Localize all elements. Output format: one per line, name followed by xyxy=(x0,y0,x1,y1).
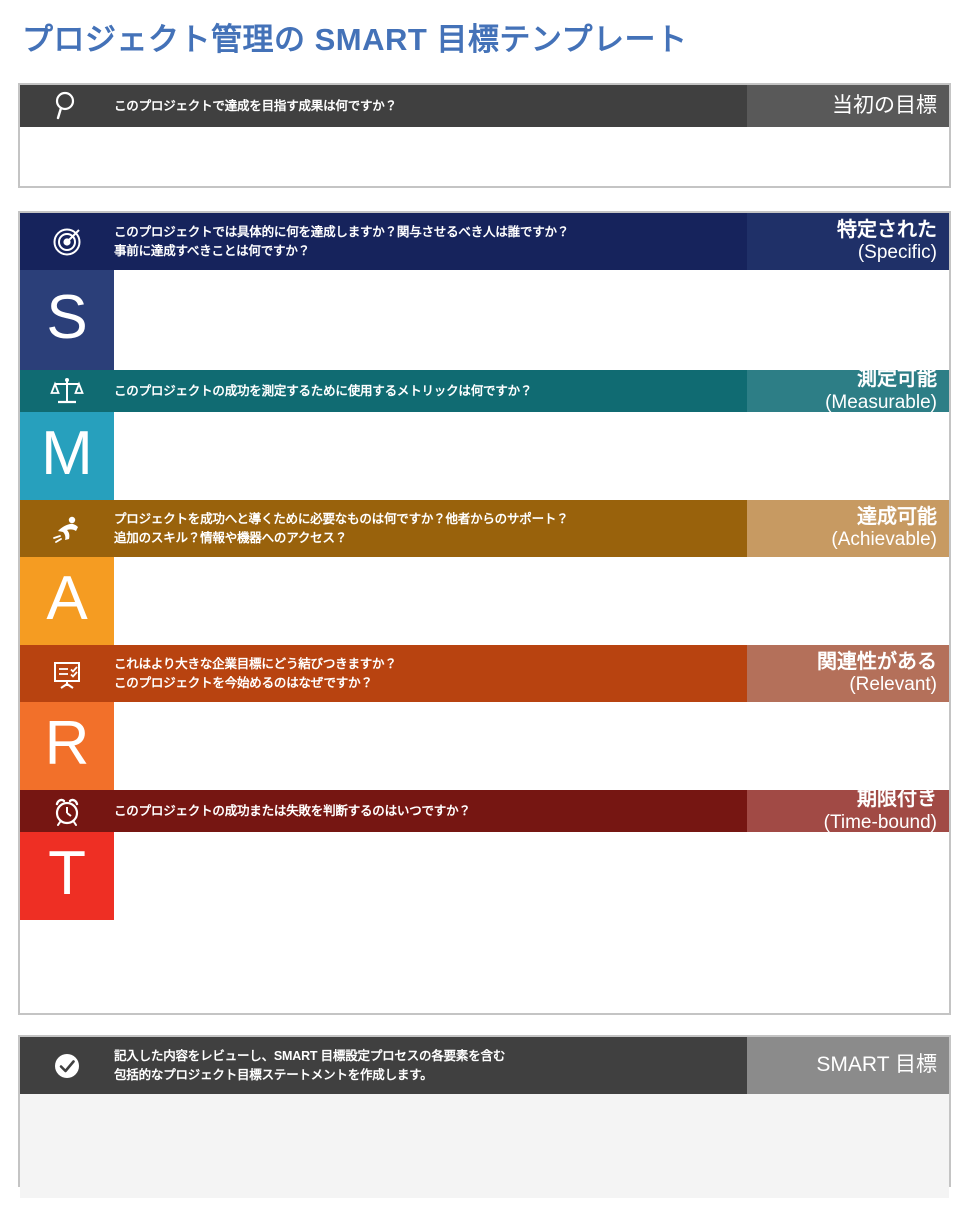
achievable-answer-field[interactable] xyxy=(114,557,949,645)
question-line-2: このプロジェクトを今始めるのはなぜですか？ xyxy=(114,675,373,690)
specific-label: 特定された (Specific) xyxy=(747,213,949,270)
initial-goal-label: 当初の目標 xyxy=(747,85,949,127)
question-line: このプロジェクトで達成を目指す成果は何ですか？ xyxy=(114,98,397,113)
label-jp: 期限付き xyxy=(857,788,937,810)
measurable-answer-row: M xyxy=(20,412,949,500)
initial-goal-header: このプロジェクトで達成を目指す成果は何ですか？ 当初の目標 xyxy=(20,85,949,127)
label-text: 当初の目標 xyxy=(832,93,937,117)
question-line-2: 事前に達成すべきことは何ですか？ xyxy=(114,243,310,258)
final-goal-header: 記入した内容をレビューし、SMART 目標設定プロセスの各要素を含む 包括的なプ… xyxy=(20,1037,949,1094)
question-line-1: これはより大きな企業目標にどう結びつきますか？ xyxy=(114,657,397,672)
final-goal-question: 記入した内容をレビューし、SMART 目標設定プロセスの各要素を含む 包括的なプ… xyxy=(114,1037,747,1094)
achievable-question: プロジェクトを成功へと導くために必要なものは何ですか？他者からのサポート？ 追加… xyxy=(114,500,747,557)
label-en: (Time-bound) xyxy=(823,811,937,833)
label-jp: 測定可能 xyxy=(857,368,937,390)
achievable-answer-row: A xyxy=(20,557,949,645)
label-en: (Achievable) xyxy=(831,529,937,551)
final-goal-label: SMART 目標 xyxy=(747,1037,949,1094)
relevant-answer-field[interactable] xyxy=(114,702,949,790)
scales-icon xyxy=(20,370,114,412)
section-timebound: このプロジェクトの成功または失敗を判断するのはいつですか？ 期限付き (Time… xyxy=(20,788,949,920)
initial-goal-question: このプロジェクトで達成を目指す成果は何ですか？ xyxy=(114,85,747,127)
letter-tile-t: T xyxy=(20,832,114,920)
alarm-clock-icon xyxy=(20,790,114,832)
smart-goal-template-page: プロジェクト管理の SMART 目標テンプレート このプロジェクトで達成を目指す… xyxy=(0,0,969,1215)
question-line-1: このプロジェクトでは具体的に何を達成しますか？関与させるべき人は誰ですか？ xyxy=(114,225,570,240)
final-goal-answer-field[interactable] xyxy=(20,1094,949,1198)
section-specific: このプロジェクトでは具体的に何を達成しますか？関与させるべき人は誰ですか？ 事前… xyxy=(20,213,949,370)
question-line-2: 追加のスキル？情報や機器へのアクセス？ xyxy=(114,530,348,545)
label-text: SMART 目標 xyxy=(816,1053,937,1077)
letter-tile-a: A xyxy=(20,557,114,645)
letter-tile-r: R xyxy=(20,702,114,790)
timebound-answer-row: T xyxy=(20,832,949,920)
question-line-1: 記入した内容をレビューし、SMART 目標設定プロセスの各要素を含む xyxy=(114,1049,506,1064)
measurable-label: 測定可能 (Measurable) xyxy=(747,368,949,413)
relevant-answer-row: R xyxy=(20,702,949,790)
specific-header: このプロジェクトでは具体的に何を達成しますか？関与させるべき人は誰ですか？ 事前… xyxy=(20,213,949,270)
initial-goal-answer-field[interactable] xyxy=(20,127,949,184)
achievable-label: 達成可能 (Achievable) xyxy=(747,500,949,557)
specific-question: このプロジェクトでは具体的に何を達成しますか？関与させるべき人は誰ですか？ 事前… xyxy=(114,213,747,270)
relevant-question: これはより大きな企業目標にどう結びつきますか？ このプロジェクトを今始めるのはな… xyxy=(114,645,747,702)
question-line-2: 包括的なプロジェクト目標ステートメントを作成します。 xyxy=(114,1067,433,1082)
label-en: (Specific) xyxy=(857,242,937,264)
specific-answer-row: S xyxy=(20,270,949,370)
letter-tile-s: S xyxy=(20,270,114,370)
initial-goal-answer-row xyxy=(20,127,949,184)
presentation-board-icon xyxy=(20,645,114,702)
specific-answer-field[interactable] xyxy=(114,270,949,370)
question-line-1: プロジェクトを成功へと導くために必要なものは何ですか？他者からのサポート？ xyxy=(114,512,569,527)
measurable-header: このプロジェクトの成功を測定するために使用するメトリックは何ですか？ 測定可能 … xyxy=(20,368,949,413)
letter-tile-m: M xyxy=(20,412,114,500)
final-goal-card: 記入した内容をレビューし、SMART 目標設定プロセスの各要素を含む 包括的なプ… xyxy=(18,1035,951,1198)
initial-goal-card: このプロジェクトで達成を目指す成果は何ですか？ 当初の目標 xyxy=(18,83,951,188)
section-achievable: プロジェクトを成功へと導くために必要なものは何ですか？他者からのサポート？ 追加… xyxy=(20,500,949,645)
smart-sections-card: このプロジェクトでは具体的に何を達成しますか？関与させるべき人は誰ですか？ 事前… xyxy=(18,211,951,1015)
label-en: (Relevant) xyxy=(849,674,937,696)
achievable-header: プロジェクトを成功へと導くために必要なものは何ですか？他者からのサポート？ 追加… xyxy=(20,500,949,557)
timebound-label: 期限付き (Time-bound) xyxy=(747,788,949,833)
target-icon xyxy=(20,213,114,270)
label-jp: 特定された xyxy=(837,218,937,241)
timebound-header: このプロジェクトの成功または失敗を判断するのはいつですか？ 期限付き (Time… xyxy=(20,788,949,833)
question-line-1: このプロジェクトの成功を測定するために使用するメトリックは何ですか？ xyxy=(114,383,533,398)
label-jp: 関連性がある xyxy=(817,650,937,673)
label-en: (Measurable) xyxy=(825,391,937,413)
section-relevant: これはより大きな企業目標にどう結びつきますか？ このプロジェクトを今始めるのはな… xyxy=(20,645,949,790)
timebound-answer-field[interactable] xyxy=(114,832,949,920)
label-jp: 達成可能 xyxy=(857,505,937,528)
magnifier-icon xyxy=(20,85,114,127)
check-circle-icon xyxy=(20,1037,114,1094)
measurable-question: このプロジェクトの成功を測定するために使用するメトリックは何ですか？ xyxy=(114,370,747,412)
relevant-header: これはより大きな企業目標にどう結びつきますか？ このプロジェクトを今始めるのはな… xyxy=(20,645,949,702)
section-measurable: このプロジェクトの成功を測定するために使用するメトリックは何ですか？ 測定可能 … xyxy=(20,368,949,500)
question-line-1: このプロジェクトの成功または失敗を判断するのはいつですか？ xyxy=(114,803,471,818)
page-title: プロジェクト管理の SMART 目標テンプレート xyxy=(22,22,688,57)
timebound-question: このプロジェクトの成功または失敗を判断するのはいつですか？ xyxy=(114,790,747,832)
runner-icon xyxy=(20,500,114,557)
measurable-answer-field[interactable] xyxy=(114,412,949,500)
relevant-label: 関連性がある (Relevant) xyxy=(747,645,949,702)
